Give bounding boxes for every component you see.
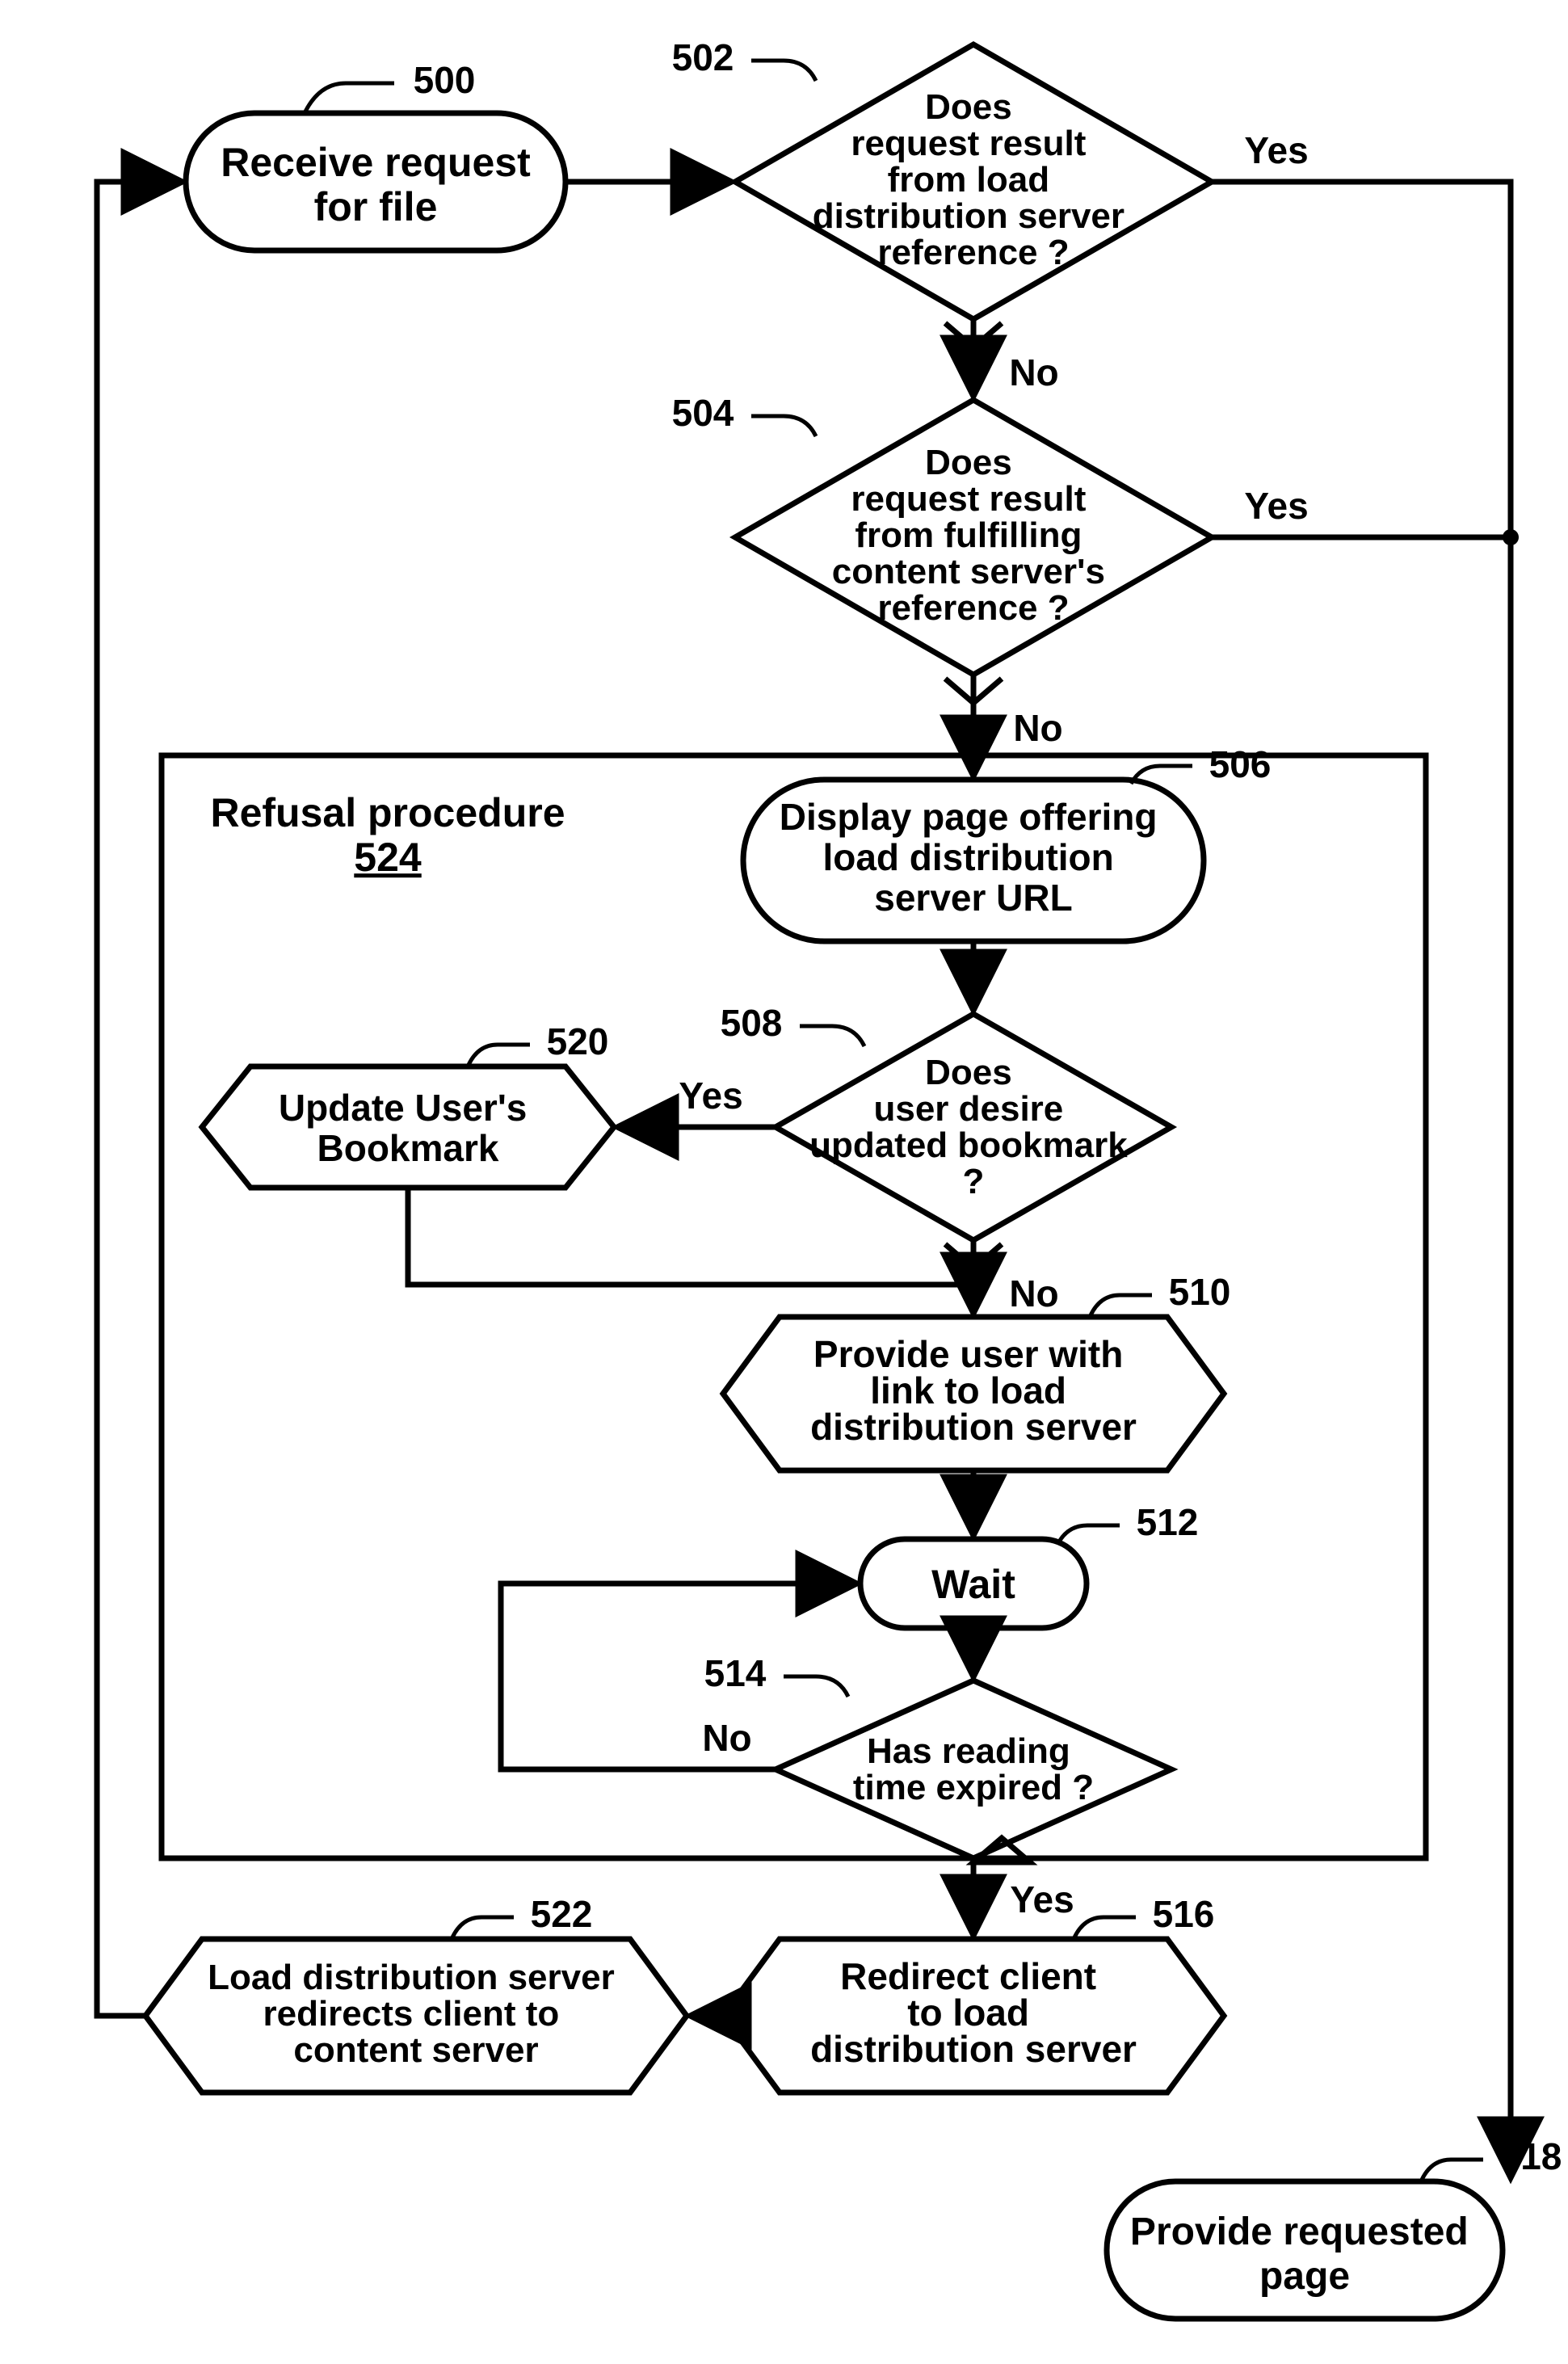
svg-text:Provide requested page: Provide requested page [1130, 2210, 1479, 2298]
ref-524: 524 [354, 835, 422, 880]
label-502-yes: Yes [1244, 129, 1308, 171]
label-502-no: No [1009, 351, 1058, 393]
label-514-no: No [702, 1717, 751, 1759]
svg-text:Provide user with link t: Provide user with link to load distribut… [810, 1333, 1137, 1448]
label-508-no: No [1009, 1272, 1058, 1315]
svg-text:Wait: Wait [931, 1562, 1015, 1607]
edge-522-500 [97, 182, 182, 2016]
svg-text:Redirect client to load: Redirect client to load distribution ser… [810, 1955, 1137, 2070]
svg-text:Has reading time expired: Has reading time expired ? [853, 1731, 1094, 1807]
label-514-yes: Yes [1010, 1878, 1074, 1920]
node-update-bookmark: Update User's Bookmark [202, 1066, 614, 1188]
label-504-yes: Yes [1244, 485, 1308, 527]
svg-text:Does request result: Does request result from fulfilling cont… [832, 443, 1115, 628]
edge-502-yes [1212, 182, 1511, 533]
node-redirect-client: Redirect client to load distribution ser… [723, 1939, 1224, 2093]
node-decision-reading-time: Has reading time expired ? [776, 1680, 1171, 1858]
refusal-procedure-title: Refusal procedure [210, 790, 565, 835]
node-provide-link: Provide user with link to load distribut… [723, 1317, 1224, 1470]
node-decision-load-dist-ref: Does request result from load distributi… [735, 44, 1212, 319]
node-wait: Wait [860, 1539, 1087, 1628]
label-508-yes: Yes [679, 1075, 742, 1117]
svg-text:Display page offering lo: Display page offering load distribution … [780, 796, 1168, 919]
svg-text:Does request result: Does request result from load distributi… [813, 87, 1135, 272]
ref-514: 514 [704, 1652, 767, 1694]
ref-512: 512 [1137, 1501, 1199, 1543]
svg-text:Update User's Bookmark: Update User's Bookmark [279, 1087, 537, 1169]
ref-522: 522 [531, 1893, 593, 1935]
node-receive-request: Receive requestfor file [186, 113, 565, 250]
ref-516: 516 [1153, 1893, 1215, 1935]
ref-510: 510 [1169, 1271, 1231, 1313]
ref-500: 500 [414, 59, 476, 101]
label-504-no: No [1013, 707, 1062, 749]
flowchart: Receive requestfor file 500 Does request… [0, 0, 1568, 2364]
edge-520-merge [408, 1188, 973, 1285]
svg-text:Does user desire u: Does user desire updated bookmark ? [809, 1053, 1137, 1201]
node-provide-page: Provide requested page [1107, 2181, 1503, 2319]
refusal-procedure-box [162, 755, 1426, 1858]
ref-506: 506 [1209, 743, 1272, 785]
svg-text:Receive requestfor file: Receive requestfor file [221, 140, 531, 229]
ref-508: 508 [721, 1002, 783, 1044]
ref-504: 504 [672, 392, 734, 434]
node-display-page: Display page offering load distribution … [743, 780, 1204, 941]
ref-520: 520 [547, 1020, 609, 1062]
svg-text:Load distribution server: Load distribution server redirects clien… [208, 1958, 624, 2070]
ref-502: 502 [672, 36, 734, 78]
node-decision-content-server-ref: Does request result from fulfilling cont… [735, 400, 1212, 675]
node-load-dist-redirect: Load distribution server redirects clien… [145, 1939, 687, 2093]
node-decision-bookmark: Does user desire updated bookmark ? [776, 1014, 1171, 1240]
